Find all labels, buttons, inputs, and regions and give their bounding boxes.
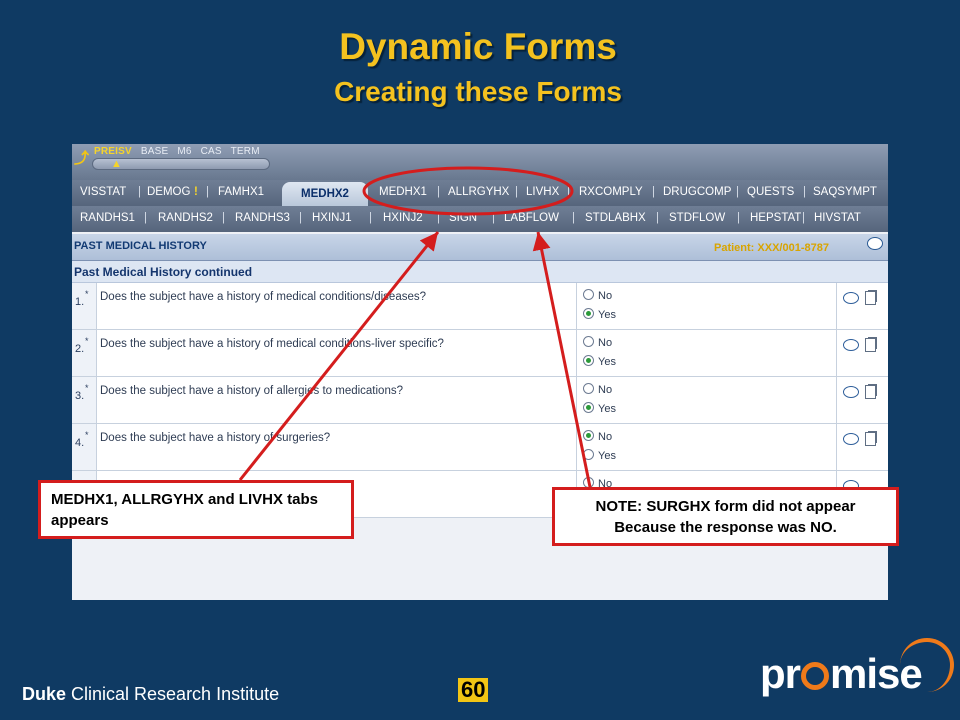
annotation-overlay: [238, 166, 592, 488]
callout-tabs-appear: MEDHX1, ALLRGYHX and LIVHX tabs appears: [38, 480, 354, 539]
promise-logo: pr mise: [760, 650, 923, 697]
callout-arrow-right: [532, 231, 592, 488]
logo-arc-icon: [900, 638, 954, 692]
highlight-ellipse: [362, 166, 574, 216]
org-name: Duke Clinical Research Institute: [22, 684, 280, 704]
logo-heart-icon: [801, 662, 829, 690]
callout-note: NOTE: SURGHX form did not appear Because…: [552, 487, 899, 546]
callout-note-line-2: Because the response was NO.: [614, 519, 837, 536]
callout-arrow-left: [238, 231, 440, 481]
page-number: 60: [458, 678, 489, 702]
callout-note-line-1: NOTE: SURGHX form did not appear: [595, 498, 856, 515]
